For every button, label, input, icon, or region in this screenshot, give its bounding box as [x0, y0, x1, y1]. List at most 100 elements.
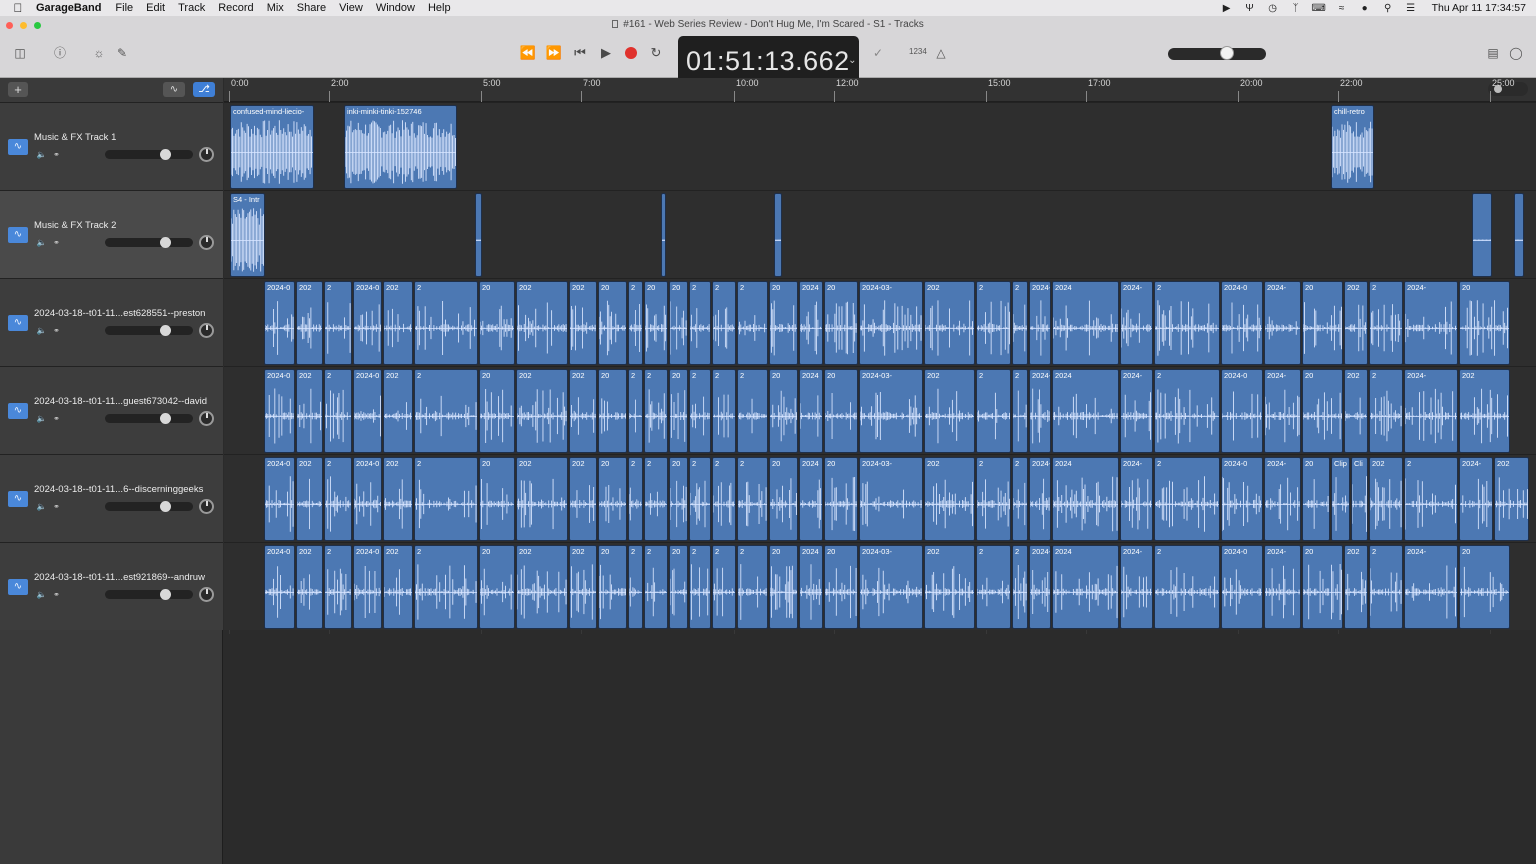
audio-region[interactable]: 2 [689, 281, 711, 365]
audio-region[interactable]: 20 [1302, 457, 1330, 541]
audio-region[interactable]: 2024- [1404, 281, 1458, 365]
audio-region[interactable]: 2 [712, 369, 736, 453]
audio-region[interactable]: 2024-03-18--t01 [1029, 281, 1051, 365]
audio-region[interactable] [774, 193, 782, 277]
antenna-icon[interactable]: Ψ [1244, 3, 1256, 14]
solo-headphones-button[interactable]: ⚭ [51, 414, 62, 424]
audio-region[interactable]: 2024- [1264, 369, 1301, 453]
mute-button[interactable]: 🔈 [36, 590, 47, 600]
audio-region[interactable]: 20 [1302, 545, 1343, 629]
apple-menu-icon[interactable]:  [0, 1, 36, 15]
audio-region[interactable]: 2 [324, 545, 352, 629]
loop-browser-icon[interactable]: ◯ [1508, 46, 1524, 60]
play-button[interactable]: ▶ [597, 45, 615, 61]
audio-region[interactable]: 2 [1369, 281, 1403, 365]
fast-forward-button[interactable]: ⏩ [545, 45, 563, 61]
pan-knob[interactable] [199, 235, 214, 250]
search-icon[interactable]: ⚲ [1382, 3, 1394, 14]
menu-file[interactable]: File [115, 2, 133, 14]
audio-region[interactable]: 20 [644, 281, 668, 365]
solo-headphones-button[interactable]: ⚭ [51, 238, 62, 248]
audio-region[interactable]: 202 [924, 369, 975, 453]
audio-region[interactable]: 20 [824, 457, 858, 541]
audio-region[interactable]: 2024-0 [264, 281, 295, 365]
metronome-icon[interactable]: △ [933, 46, 949, 60]
audio-region[interactable] [1472, 193, 1492, 277]
audio-region[interactable]: 2024- [1404, 369, 1458, 453]
audio-region[interactable] [1514, 193, 1524, 277]
wifi-icon[interactable]: ≈ [1336, 3, 1348, 14]
track-header[interactable]: ∿ 2024-03-18--t01-11...est921869--andruw 🔈… [0, 542, 223, 630]
cycle-button[interactable]: ↻ [647, 45, 665, 61]
audio-region[interactable]: 2024-03- [859, 281, 923, 365]
history-icon[interactable]: ◷ [1267, 3, 1279, 14]
pan-knob[interactable] [199, 323, 214, 338]
audio-region[interactable]: 202 [1459, 369, 1510, 453]
audio-region[interactable]: 2024-03-18--t01 [1029, 369, 1051, 453]
audio-region[interactable]: 2024 [1052, 281, 1119, 365]
play-circle-icon[interactable]: ▶ [1221, 3, 1233, 14]
audio-region[interactable]: 2024-0 [1221, 457, 1263, 541]
audio-region[interactable]: 2 [737, 545, 768, 629]
track-lane[interactable]: confused-mind-liecio-inki-minki-tinki-15… [224, 102, 1536, 190]
audio-region[interactable]: 2024-0 [1221, 281, 1263, 365]
audio-region[interactable]: 20 [669, 281, 688, 365]
timeline-ruler[interactable]: 0:00 2:00 5:00 7:00 10:00 12:00 15:00 17:00 20:0… [224, 78, 1536, 102]
mute-button[interactable]: 🔈 [36, 150, 47, 160]
audio-region[interactable]: 2024 [799, 457, 823, 541]
audio-region[interactable]: 2 [1369, 545, 1403, 629]
audio-region[interactable]: 2024-0 [353, 369, 382, 453]
audio-region[interactable]: 202 [516, 281, 568, 365]
audio-region[interactable]: 2024-03- [859, 457, 923, 541]
audio-region[interactable]: 2024 [799, 281, 823, 365]
audio-region[interactable]: 2024 [1052, 457, 1119, 541]
audio-region[interactable]: 2024- [1120, 281, 1153, 365]
audio-region[interactable]: 2024-0 [264, 545, 295, 629]
audio-region[interactable]: 202 [383, 369, 413, 453]
audio-region[interactable]: 2 [737, 281, 768, 365]
track-volume-knob[interactable] [160, 589, 171, 600]
audio-region[interactable]: 2024- [1264, 457, 1301, 541]
audio-region[interactable]: 2024- [1120, 545, 1153, 629]
audio-region[interactable]: 2024 [1052, 545, 1119, 629]
track-header[interactable]: ∿ 2024-03-18--t01-11...6--discerninggeeks… [0, 454, 223, 542]
audio-region[interactable]: 20 [769, 281, 798, 365]
help-icon[interactable]: ⓘ [52, 46, 68, 60]
mute-button[interactable]: 🔈 [36, 414, 47, 424]
audio-region[interactable]: 2 [712, 281, 736, 365]
audio-region[interactable]: 2 [1154, 369, 1220, 453]
audio-region[interactable]: 2024- [1120, 369, 1153, 453]
audio-region[interactable]: 2024- [1264, 545, 1301, 629]
audio-region[interactable]: 2 [1369, 369, 1403, 453]
audio-region[interactable]: 202 [569, 281, 597, 365]
track-lane[interactable]: 2024-0 202 2 2024-0 202 2 20 202 202 20 2 20 20 2 2 2 20… [224, 278, 1536, 366]
track-header[interactable]: ∿ 2024-03-18--t01-11...guest673042--david… [0, 366, 223, 454]
track-name[interactable]: 2024-03-18--t01-11...est921869--andruw [34, 572, 219, 583]
audio-region[interactable]: 20 [769, 457, 798, 541]
mute-button[interactable]: 🔈 [36, 502, 47, 512]
audio-region[interactable]: 2024-03- [859, 545, 923, 629]
audio-region[interactable]: 202 [296, 281, 323, 365]
track-volume-slider[interactable] [105, 501, 193, 512]
track-header[interactable]: ∿ Music & FX Track 2 🔈 ⚭ [0, 190, 223, 278]
solo-headphones-button[interactable]: ⚭ [51, 502, 62, 512]
bluetooth-icon[interactable]: ᛉ [1290, 3, 1302, 14]
audio-region[interactable]: 2024-03-18--t01 [1029, 545, 1051, 629]
mute-button[interactable]: 🔈 [36, 238, 47, 248]
audio-region[interactable]: 2 [689, 369, 711, 453]
audio-region[interactable]: 2 [1012, 545, 1028, 629]
menu-mix[interactable]: Mix [267, 2, 284, 14]
editors-icon[interactable]: ✎ [114, 46, 130, 60]
automation-button[interactable]: ∿ [163, 82, 185, 97]
audio-region[interactable]: 202 [296, 369, 323, 453]
audio-region[interactable]: 202 [1344, 281, 1368, 365]
audio-region[interactable]: 2 [1154, 281, 1220, 365]
audio-region[interactable]: 20 [598, 457, 627, 541]
menu-view[interactable]: View [339, 2, 363, 14]
mute-button[interactable]: 🔈 [36, 326, 47, 336]
audio-region[interactable]: 2024- [1404, 545, 1458, 629]
audio-region[interactable]: 2 [712, 545, 736, 629]
audio-region[interactable]: 202 [296, 457, 323, 541]
audio-region[interactable]: 20 [669, 457, 688, 541]
track-header[interactable]: ∿ 2024-03-18--t01-11...est628551--preston… [0, 278, 223, 366]
